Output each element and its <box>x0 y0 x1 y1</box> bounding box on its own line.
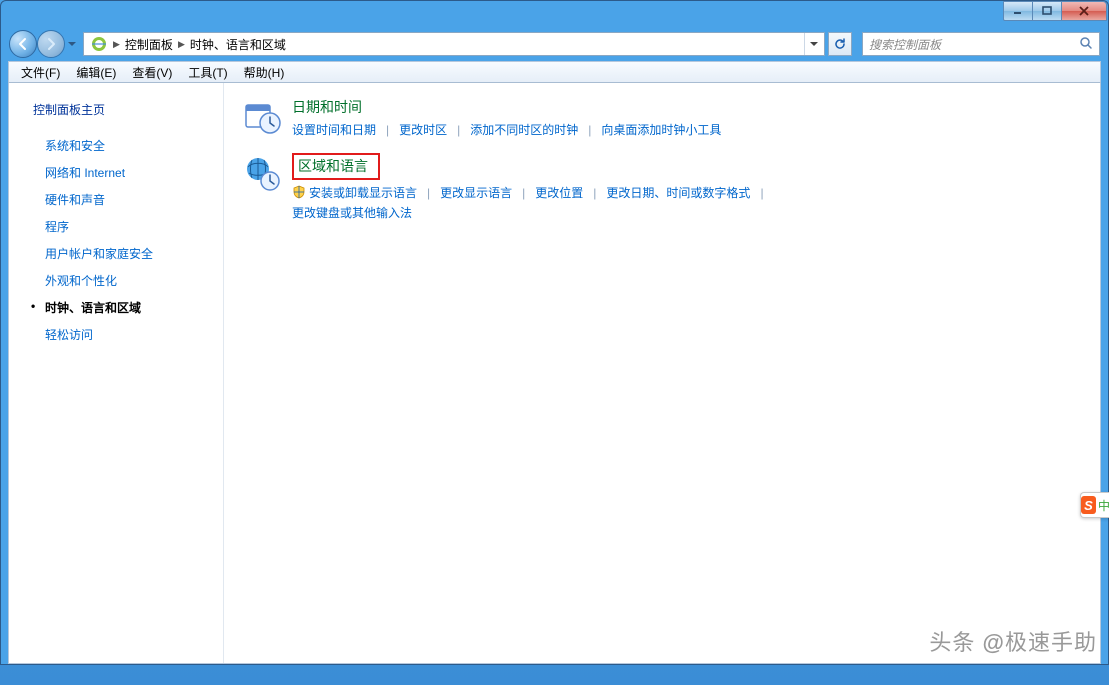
sogou-icon: S <box>1081 496 1096 514</box>
task-add-desktop-clock[interactable]: 向桌面添加时钟小工具 <box>601 121 721 138</box>
search-icon[interactable] <box>1079 36 1093 53</box>
sidebar-item-network[interactable]: 网络和 Internet <box>33 159 211 186</box>
forward-button[interactable] <box>37 30 65 58</box>
sidebar-item-user-accounts[interactable]: 用户帐户和家庭安全 <box>33 240 211 267</box>
sidebar-item-system-security[interactable]: 系统和安全 <box>33 132 211 159</box>
sidebar-item-programs[interactable]: 程序 <box>33 213 211 240</box>
region-language-icon <box>242 153 282 193</box>
nav-buttons <box>9 30 79 58</box>
sidebar-item-clock-language-region[interactable]: 时钟、语言和区域 <box>33 294 211 321</box>
address-dropdown[interactable] <box>804 33 822 55</box>
region-language-title[interactable]: 区域和语言 <box>292 153 380 180</box>
navbar: ▶ 控制面板 ▶ 时钟、语言和区域 搜索控制面板 <box>8 28 1101 60</box>
breadcrumb-sep-icon: ▶ <box>177 39 186 50</box>
sidebar-list: 系统和安全 网络和 Internet 硬件和声音 程序 用户帐户和家庭安全 外观… <box>33 132 211 348</box>
menu-file[interactable]: 文件(F) <box>13 62 68 83</box>
search-input[interactable]: 搜索控制面板 <box>862 32 1100 56</box>
task-install-display-language[interactable]: 安装或卸载显示语言 <box>292 184 417 201</box>
sidebar-item-hardware-sound[interactable]: 硬件和声音 <box>33 186 211 213</box>
task-change-timezone[interactable]: 更改时区 <box>399 121 447 138</box>
task-change-formats[interactable]: 更改日期、时间或数字格式 <box>606 184 750 201</box>
category-region-language: 区域和语言 安装或卸载显示语言| 更改显示语言| 更改位置| 更改日期、时间或数… <box>242 153 1082 224</box>
titlebar <box>8 8 1101 28</box>
breadcrumb-sep-icon: ▶ <box>112 39 121 50</box>
sidebar-item-ease-of-access[interactable]: 轻松访问 <box>33 321 211 348</box>
watermark: 头条 @极速手助 <box>929 625 1097 657</box>
close-button[interactable] <box>1061 1 1107 21</box>
uac-shield-icon <box>292 185 306 199</box>
category-datetime: 日期和时间 设置时间和日期| 更改时区| 添加不同时区的时钟| 向桌面添加时钟小… <box>242 97 1082 141</box>
ime-lang-label: 中 <box>1098 497 1109 514</box>
sidebar-heading[interactable]: 控制面板主页 <box>33 101 211 118</box>
task-change-display-language[interactable]: 更改显示语言 <box>440 184 512 201</box>
task-change-keyboard[interactable]: 更改键盘或其他输入法 <box>292 204 412 221</box>
datetime-icon <box>242 97 282 137</box>
menu-tools[interactable]: 工具(T) <box>180 62 235 83</box>
history-dropdown[interactable] <box>65 34 79 54</box>
maximize-button[interactable] <box>1032 1 1062 21</box>
caption-buttons <box>1004 1 1107 21</box>
minimize-button[interactable] <box>1003 1 1033 21</box>
menu-view[interactable]: 查看(V) <box>124 62 180 83</box>
search-placeholder: 搜索控制面板 <box>869 36 941 53</box>
menubar: 文件(F) 编辑(E) 查看(V) 工具(T) 帮助(H) <box>8 61 1101 83</box>
ime-badge[interactable]: S 中 <box>1080 492 1109 518</box>
content: 日期和时间 设置时间和日期| 更改时区| 添加不同时区的时钟| 向桌面添加时钟小… <box>223 83 1100 663</box>
sidebar: 控制面板主页 系统和安全 网络和 Internet 硬件和声音 程序 用户帐户和… <box>9 83 223 663</box>
task-set-time-date[interactable]: 设置时间和日期 <box>292 121 376 138</box>
task-change-location[interactable]: 更改位置 <box>535 184 583 201</box>
window-body: 控制面板主页 系统和安全 网络和 Internet 硬件和声音 程序 用户帐户和… <box>8 83 1101 664</box>
refresh-button[interactable] <box>828 32 852 56</box>
sidebar-item-appearance[interactable]: 外观和个性化 <box>33 267 211 294</box>
breadcrumb-item[interactable]: 时钟、语言和区域 <box>186 36 290 53</box>
back-button[interactable] <box>9 30 37 58</box>
control-panel-icon <box>90 35 108 53</box>
window: ▶ 控制面板 ▶ 时钟、语言和区域 搜索控制面板 文件(F) 编辑(E) 查看(… <box>0 0 1109 665</box>
menu-help[interactable]: 帮助(H) <box>236 62 293 83</box>
task-add-clocks[interactable]: 添加不同时区的时钟 <box>470 121 578 138</box>
datetime-title[interactable]: 日期和时间 <box>292 97 362 117</box>
menu-edit[interactable]: 编辑(E) <box>68 62 124 83</box>
address-bar[interactable]: ▶ 控制面板 ▶ 时钟、语言和区域 <box>83 32 825 56</box>
breadcrumb-item[interactable]: 控制面板 <box>121 36 177 53</box>
